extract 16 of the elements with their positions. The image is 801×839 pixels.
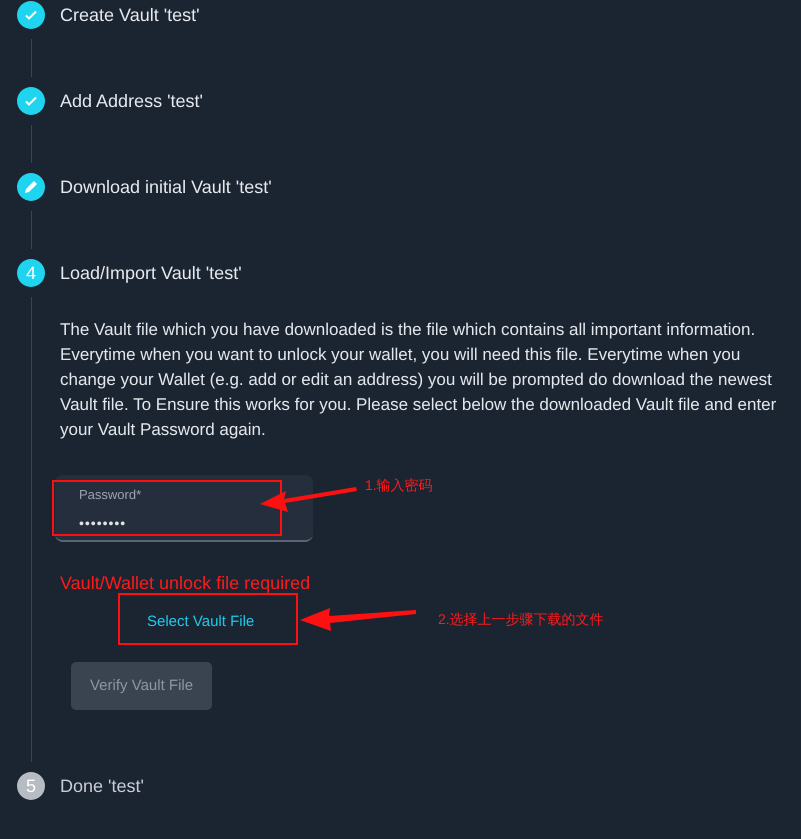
password-field[interactable]: Password* ••••••••	[55, 475, 313, 542]
password-value: ••••••••	[79, 514, 126, 533]
error-message: Vault/Wallet unlock file required	[60, 572, 310, 595]
step-indicator: 5	[17, 772, 45, 800]
step-indicator: 4	[17, 259, 45, 287]
annotation-label: 2.选择上一步骤下载的文件	[438, 610, 604, 629]
field-label: Password*	[79, 486, 142, 504]
annotation-label: 1.输入密码	[365, 476, 433, 495]
step-title: Download initial Vault 'test'	[60, 176, 273, 199]
step-title: Done 'test'	[60, 775, 145, 798]
step-title: Load/Import Vault 'test'	[60, 262, 243, 285]
step-title: Add Address 'test'	[60, 90, 204, 113]
step-title: Create Vault 'test'	[60, 4, 201, 27]
pencil-icon	[23, 179, 39, 195]
step-description: The Vault file which you have downloaded is the file which contains all important information. Everytime when you want to unlock your wallet, you will need this file. Everytime when you change your Wallet (e.g. add or edit an address) you will be prompted do download the newest Vault file. To Ensure this works for you. Please select below the downloaded Vault file and enter your Vault Password again.	[60, 319, 778, 441]
select-file-button[interactable]: Select Vault File	[120, 603, 282, 642]
